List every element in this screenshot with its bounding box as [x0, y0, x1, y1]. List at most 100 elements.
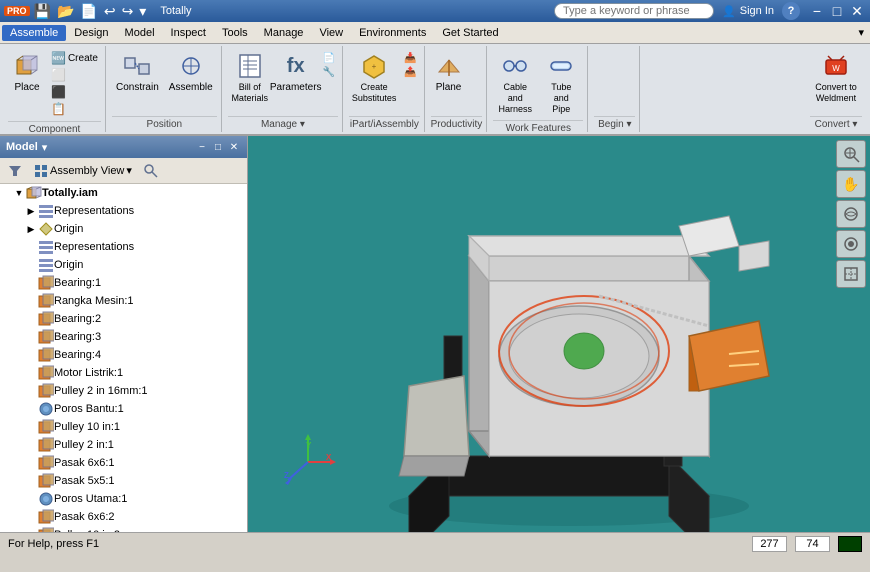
- create-sub2-btn[interactable]: ⬛: [48, 84, 101, 100]
- tree-expander[interactable]: [24, 366, 38, 380]
- quick-new-btn[interactable]: 📄: [78, 2, 99, 21]
- orbit-btn[interactable]: [836, 200, 866, 228]
- list-item[interactable]: Rangka Mesin:1: [0, 292, 247, 310]
- view-face-btn[interactable]: [836, 260, 866, 288]
- ipart-sub1-btn[interactable]: 📥: [401, 52, 419, 65]
- cable-harness-label: Cable andHarness: [497, 82, 533, 114]
- ipart-sub2-btn[interactable]: 📤: [401, 66, 419, 79]
- place-btn[interactable]: Place: [8, 50, 46, 95]
- menu-inspect[interactable]: Inspect: [163, 25, 214, 41]
- search-tree-btn[interactable]: [140, 162, 162, 180]
- zoom-extent-btn[interactable]: [836, 140, 866, 168]
- tree-expander[interactable]: [24, 330, 38, 344]
- tree-expander[interactable]: [24, 294, 38, 308]
- list-item[interactable]: Motor Listrik:1: [0, 364, 247, 382]
- tree-expander[interactable]: [24, 276, 38, 290]
- list-item[interactable]: Poros Utama:1: [0, 490, 247, 508]
- menu-model[interactable]: Model: [117, 25, 163, 41]
- viewport[interactable]: TOP LEFT FRONT: [248, 136, 870, 532]
- menu-design[interactable]: Design: [66, 25, 116, 41]
- list-item[interactable]: Origin: [0, 256, 247, 274]
- tree-expander[interactable]: ▶: [24, 204, 38, 218]
- pan-btn[interactable]: ✋: [836, 170, 866, 198]
- list-item[interactable]: Pulley 10 in:1: [0, 418, 247, 436]
- tree-expander[interactable]: ▶: [24, 222, 38, 236]
- sign-in-area[interactable]: 👤 Sign In: [722, 5, 774, 18]
- model-panel-close-btn[interactable]: ✕: [227, 140, 241, 154]
- help-button[interactable]: ?: [782, 2, 800, 20]
- quick-redo-btn[interactable]: ↪: [120, 2, 136, 21]
- list-item[interactable]: Pasak 5x5:1: [0, 472, 247, 490]
- tree-expander[interactable]: [24, 258, 38, 272]
- list-item[interactable]: ▶ Origin: [0, 220, 247, 238]
- tree-expander[interactable]: [24, 384, 38, 398]
- list-item[interactable]: Bearing:1: [0, 274, 247, 292]
- quick-open-btn[interactable]: 📂: [55, 2, 76, 21]
- restore-btn[interactable]: □: [828, 3, 846, 19]
- tree-root-expander[interactable]: ▼: [12, 186, 26, 200]
- view-selector[interactable]: Assembly View ▾: [30, 162, 136, 180]
- list-item[interactable]: Bearing:3: [0, 328, 247, 346]
- filter-btn[interactable]: [4, 162, 26, 180]
- model-panel-minimize-btn[interactable]: −: [195, 140, 209, 154]
- tree-expander[interactable]: [24, 528, 38, 532]
- ribbon-collapse-btn[interactable]: ▾: [854, 24, 868, 41]
- constrain-btn[interactable]: Constrain: [112, 50, 163, 95]
- tree-expander[interactable]: [24, 474, 38, 488]
- list-item[interactable]: Pasak 6x6:2: [0, 508, 247, 526]
- ribbon-group-manage-content: Bill ofMaterials fx Parameters 📄 🔧: [228, 48, 338, 114]
- list-item[interactable]: Bearing:4: [0, 346, 247, 364]
- menu-tools[interactable]: Tools: [214, 25, 256, 41]
- menu-get-started[interactable]: Get Started: [434, 25, 506, 41]
- list-item[interactable]: ▶ Representations: [0, 202, 247, 220]
- create-sub1-btn[interactable]: ⬜: [48, 67, 101, 83]
- menu-assemble[interactable]: Assemble: [2, 25, 66, 41]
- list-item[interactable]: Pulley 2 in:1: [0, 436, 247, 454]
- list-item[interactable]: Representations: [0, 238, 247, 256]
- create-sub3-btn[interactable]: 📋: [48, 101, 101, 117]
- search-input[interactable]: [554, 3, 714, 19]
- tree-expander[interactable]: [24, 510, 38, 524]
- tree-expander[interactable]: [24, 492, 38, 506]
- look-at-btn[interactable]: [836, 230, 866, 258]
- quick-more-btn[interactable]: ▾: [137, 2, 148, 21]
- list-item[interactable]: Pasak 6x6:1: [0, 454, 247, 472]
- cable-harness-btn[interactable]: Cable andHarness: [493, 50, 537, 116]
- tube-pipe-btn[interactable]: Tube andPipe: [539, 50, 583, 116]
- svg-text:Y: Y: [306, 441, 312, 450]
- parameters-btn[interactable]: fx Parameters: [274, 50, 318, 95]
- tree-expander[interactable]: [24, 312, 38, 326]
- menu-environments[interactable]: Environments: [351, 25, 434, 41]
- menu-manage[interactable]: Manage: [256, 25, 312, 41]
- convert-weldment-btn[interactable]: W Convert toWeldment: [810, 50, 862, 106]
- list-item[interactable]: Poros Bantu:1: [0, 400, 247, 418]
- menu-view[interactable]: View: [311, 25, 351, 41]
- ipart-sub2-icon: 📤: [404, 67, 416, 78]
- tree-item-icon: [38, 509, 54, 525]
- create-substitutes-btn[interactable]: + CreateSubstitutes: [349, 50, 399, 106]
- assemble-btn[interactable]: Assemble: [165, 50, 217, 95]
- quick-save-btn[interactable]: 💾: [32, 2, 53, 21]
- list-item[interactable]: Pulley 10 in:2: [0, 526, 247, 532]
- tree-expander[interactable]: [24, 348, 38, 362]
- tree-expander[interactable]: [24, 402, 38, 416]
- manage-sub1-btn[interactable]: 📄: [320, 52, 338, 65]
- tree-root[interactable]: ▼ Totally.iam: [0, 184, 247, 202]
- model-panel-dropdown-icon[interactable]: ▾: [42, 141, 48, 154]
- create-btn[interactable]: 🆕 Create: [48, 50, 101, 66]
- tree-expander[interactable]: [24, 456, 38, 470]
- quick-undo-btn[interactable]: ↩: [102, 2, 118, 21]
- plane-btn[interactable]: Plane: [431, 50, 467, 95]
- close-btn[interactable]: ✕: [848, 3, 866, 19]
- list-item[interactable]: Pulley 2 in 16mm:1: [0, 382, 247, 400]
- tree-expander[interactable]: [24, 420, 38, 434]
- tree-expander[interactable]: [24, 240, 38, 254]
- manage-sub2-btn[interactable]: 🔧: [320, 66, 338, 79]
- bom-btn[interactable]: Bill ofMaterials: [228, 50, 272, 106]
- model-panel-restore-btn[interactable]: □: [211, 140, 225, 154]
- tree-expander[interactable]: [24, 438, 38, 452]
- list-item[interactable]: Bearing:2: [0, 310, 247, 328]
- tree-item-label: Pasak 5x5:1: [54, 475, 243, 487]
- tree-container[interactable]: ▼ Totally.iam ▶: [0, 184, 247, 532]
- minimize-btn[interactable]: −: [808, 3, 826, 19]
